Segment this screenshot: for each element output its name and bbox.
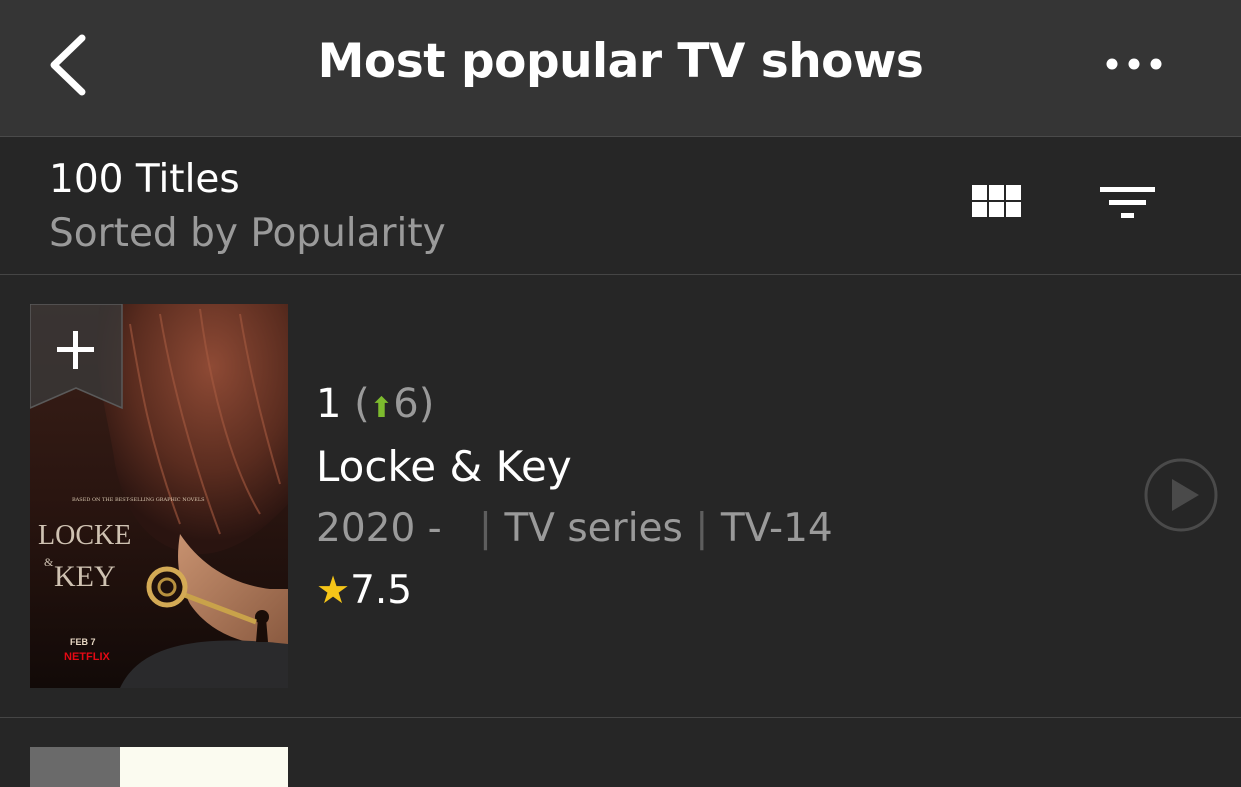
poster-brand: NETFLIX bbox=[64, 651, 110, 663]
title-count: 100 Titles bbox=[49, 157, 240, 202]
list-summary-bar: 100 Titles Sorted by Popularity bbox=[0, 137, 1241, 275]
play-trailer-button[interactable] bbox=[1143, 457, 1219, 533]
rank-number: 1 bbox=[316, 381, 342, 427]
rank-open-paren: ( bbox=[354, 381, 370, 427]
poster-title-line1: LOCKE bbox=[38, 520, 131, 551]
rank-line: 1 (⬆6) bbox=[316, 381, 434, 427]
more-options-button[interactable] bbox=[1100, 50, 1170, 80]
rank-change: 6 bbox=[393, 381, 419, 427]
navigation-bar: Most popular TV shows bbox=[0, 0, 1241, 137]
next-poster-image[interactable] bbox=[30, 747, 288, 787]
star-icon: ★ bbox=[316, 568, 351, 612]
rank-close-paren: ) bbox=[418, 381, 435, 427]
list-item[interactable]: BASED ON THE BEST-SELLING GRAPHIC NOVELS… bbox=[0, 275, 1241, 718]
poster-tagline: BASED ON THE BEST-SELLING GRAPHIC NOVELS bbox=[72, 497, 205, 503]
show-title[interactable]: Locke & Key bbox=[316, 442, 572, 491]
poster-artwork: BASED ON THE BEST-SELLING GRAPHIC NOVELS… bbox=[30, 304, 288, 688]
more-dots-icon bbox=[1106, 58, 1162, 70]
sort-label: Sorted by Popularity bbox=[49, 211, 446, 256]
filter-icon bbox=[1100, 187, 1155, 218]
play-circle-icon bbox=[1144, 458, 1218, 532]
show-type: TV series bbox=[504, 506, 683, 551]
show-rating: ★7.5 bbox=[316, 568, 412, 613]
poster-title-line2: KEY bbox=[54, 560, 116, 593]
rating-value: 7.5 bbox=[350, 568, 413, 613]
filter-button[interactable] bbox=[1096, 181, 1160, 227]
show-meta: 2020 - | TV series | TV-14 bbox=[316, 506, 833, 551]
meta-separator: | bbox=[682, 506, 721, 551]
show-year: 2020 - bbox=[316, 506, 442, 551]
poster-date: FEB 7 bbox=[70, 637, 96, 647]
meta-separator: | bbox=[441, 506, 505, 551]
grid-view-button[interactable] bbox=[966, 179, 1028, 225]
poster-image[interactable]: BASED ON THE BEST-SELLING GRAPHIC NOVELS… bbox=[30, 304, 288, 688]
arrow-up-icon: ⬆ bbox=[369, 391, 394, 424]
show-certificate: TV-14 bbox=[720, 506, 833, 551]
page-title: Most popular TV shows bbox=[317, 34, 924, 89]
poster-title-amp: & bbox=[44, 555, 54, 569]
grid-view-icon bbox=[972, 185, 1021, 217]
next-poster-artwork bbox=[30, 747, 288, 787]
